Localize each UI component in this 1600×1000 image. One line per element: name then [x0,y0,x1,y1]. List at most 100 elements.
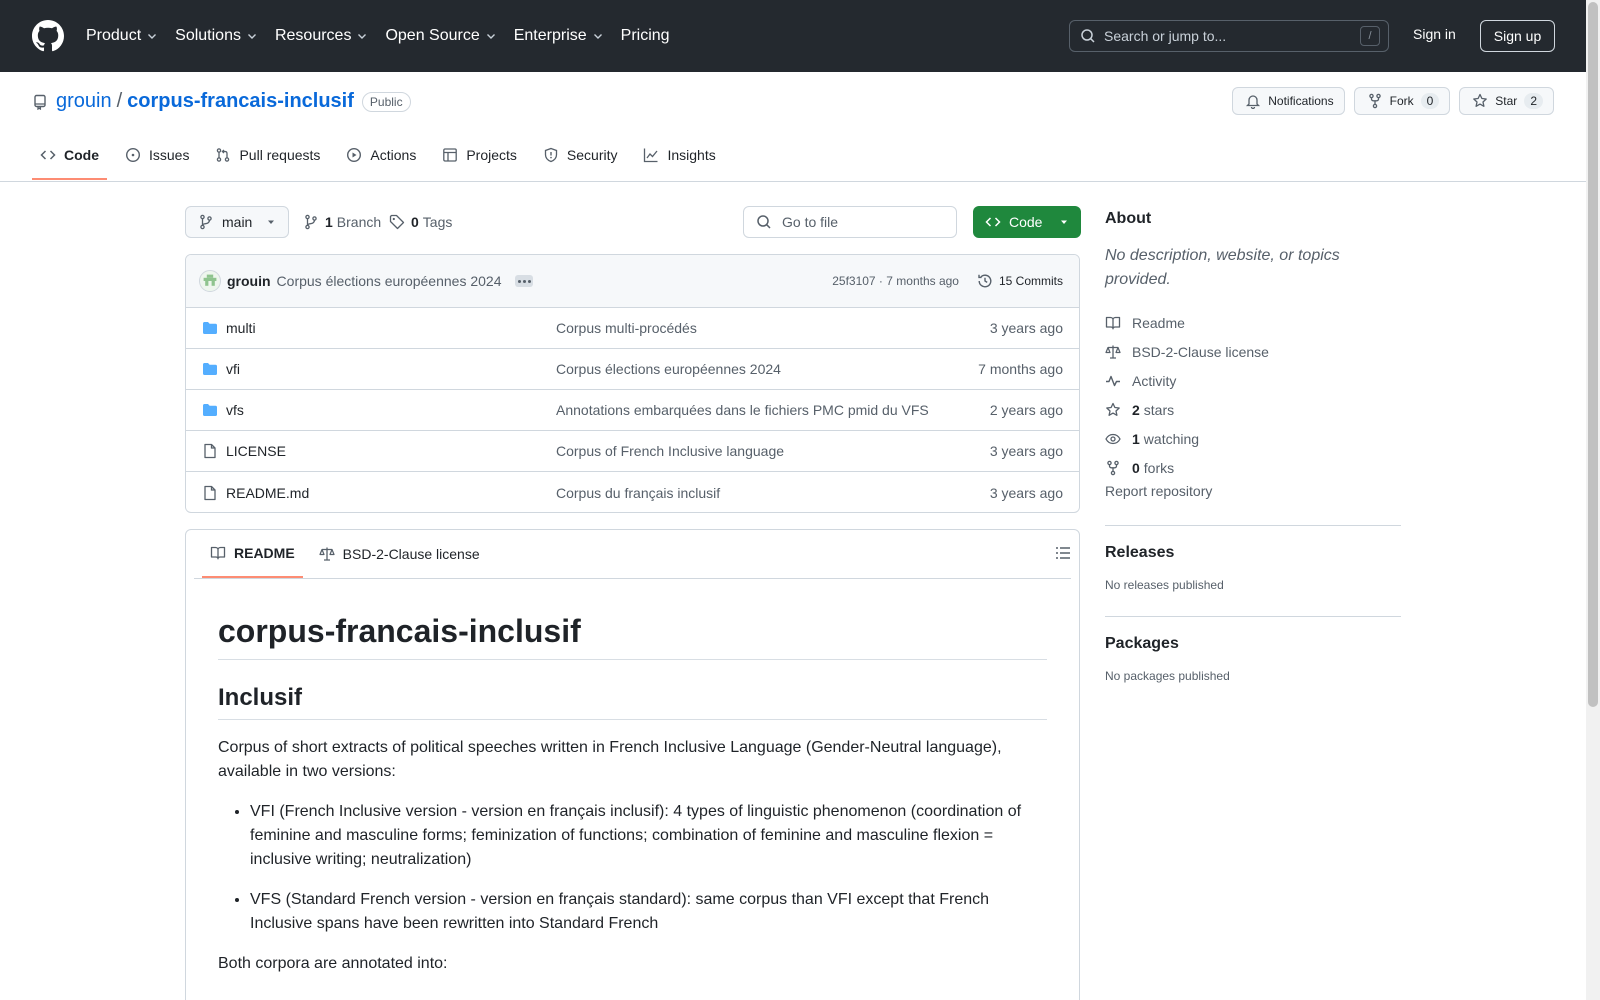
file-commit-message[interactable]: Corpus du français inclusif [556,485,990,501]
file-name[interactable]: README.md [226,485,556,501]
about-description: No description, website, or topics provi… [1105,247,1340,288]
branch-name: main [222,214,253,230]
file-commit-message[interactable]: Corpus élections européennes 2024 [556,361,978,377]
readme-list: VFI (French Inclusive version - version … [218,800,1047,936]
readme-panel: README BSD-2-Clause license corpus-franc… [185,529,1080,1000]
file-list: grouin Corpus élections européennes 2024… [185,254,1080,513]
chevron-down-icon [146,30,158,42]
table-row[interactable]: vfi Corpus élections européennes 2024 7 … [186,349,1079,390]
tab-readme[interactable]: README [202,530,303,578]
play-icon [346,147,362,163]
global-search-input[interactable]: Search or jump to... / [1069,20,1389,52]
file-age: 3 years ago [989,443,1063,459]
github-logo-icon[interactable] [32,20,64,52]
table-row[interactable]: LICENSE Corpus of French Inclusive langu… [186,431,1079,472]
nav-enterprise[interactable]: Enterprise [514,27,604,45]
table-row[interactable]: vfs Annotations embarquées dans le fichi… [186,390,1079,431]
global-header: Product Solutions Resources Open Source … [0,0,1586,72]
search-placeholder: Search or jump to... [1104,28,1227,44]
file-commit-message[interactable]: Corpus multi-procédés [556,320,990,336]
issue-opened-icon [125,147,141,163]
nav-resources[interactable]: Resources [275,27,368,45]
branches-link[interactable]: 1 Branch [303,214,381,230]
watchers-link[interactable]: 1 watching [1105,424,1401,453]
tag-label: Tags [422,214,453,230]
nav-label: Open Source [385,27,480,44]
avatar[interactable] [199,270,221,292]
file-name[interactable]: LICENSE [226,443,556,459]
notifications-button[interactable]: Notifications [1232,87,1345,115]
file-age: 3 years ago [989,484,1063,501]
packages-empty-text: No packages published [1105,669,1230,683]
commit-meta[interactable]: 25f3107 · 7 months ago [832,274,959,288]
go-to-file-input[interactable]: Go to file [743,206,957,238]
scrollbar-thumb[interactable] [1588,2,1598,707]
code-dropdown-button[interactable]: Code [973,206,1081,238]
tab-issues[interactable]: Issues [117,132,197,178]
tab-label: Projects [466,147,517,163]
fork-label: Fork [1389,94,1414,108]
nav-pricing[interactable]: Pricing [621,27,670,45]
stars-text: 2 stars [1132,402,1174,418]
folder-icon [202,320,218,336]
file-icon [202,443,218,459]
commits-history-link[interactable]: 15 Commits [977,273,1063,289]
readme-link[interactable]: Readme [1105,308,1401,337]
star-button[interactable]: Star 2 [1459,87,1554,115]
commit-author-link[interactable]: grouin [227,273,271,289]
branch-select-button[interactable]: main [185,206,289,238]
forks-link[interactable]: 0 forks [1105,453,1401,482]
file-commit-message[interactable]: Corpus of French Inclusive language [556,443,990,459]
chevron-down-icon [246,30,258,42]
report-repository-link[interactable]: Report repository [1105,483,1401,499]
branch-label: Branch [336,214,382,230]
commit-right: 25f3107 · 7 months ago 15 Commits [832,273,1063,289]
releases-heading[interactable]: Releases [1105,544,1401,562]
tag-icon [389,214,405,230]
tab-pull-requests[interactable]: Pull requests [207,132,328,178]
outline-icon[interactable] [1055,545,1071,561]
repo-name-link[interactable]: corpus-francais-inclusif [127,90,354,113]
stars-link[interactable]: 2 stars [1105,395,1401,424]
file-name[interactable]: multi [226,320,556,336]
fork-button[interactable]: Fork 0 [1353,87,1451,115]
page-scrollbar[interactable] [1586,0,1600,1000]
chevron-down-icon [356,30,368,42]
license-link[interactable]: BSD-2-Clause license [1105,337,1401,366]
visibility-badge: Public [361,91,411,112]
tab-license[interactable]: BSD-2-Clause license [311,530,488,578]
file-name[interactable]: vfs [226,402,556,418]
notifications-label: Notifications [1268,94,1334,108]
tab-security[interactable]: Security [535,132,626,178]
activity-link[interactable]: Activity [1105,366,1401,395]
commit-expand-button[interactable] [515,275,534,287]
tab-label: Issues [149,147,190,163]
readme-intro: Corpus of short extracts of political sp… [218,739,1002,780]
file-commit-message[interactable]: Annotations embarquées dans le fichiers … [556,402,990,418]
tags-link[interactable]: 0 Tags [389,214,452,230]
repo-tabs: Code Issues Pull requests Actions Projec… [32,132,734,182]
packages-heading[interactable]: Packages [1105,635,1401,653]
table-row[interactable]: README.md Corpus du français inclusif 3 … [186,472,1079,512]
repo-header: grouin / corpus-francais-inclusif Public… [0,72,1586,182]
nav-solutions[interactable]: Solutions [175,27,258,45]
list-item: VFS (Standard French version - version e… [250,888,1047,936]
nav-open-source[interactable]: Open Source [385,27,496,45]
tab-code[interactable]: Code [32,132,107,180]
sign-in-link[interactable]: Sign in [1413,26,1456,42]
file-name[interactable]: vfi [226,361,556,377]
packages-section: Packages No packages published [1105,616,1401,683]
repo-owner-link[interactable]: grouin [56,90,112,113]
tab-projects[interactable]: Projects [434,132,525,178]
tab-actions[interactable]: Actions [338,132,424,178]
readme-content: corpus-francais-inclusif Inclusif Corpus… [186,579,1079,976]
search-icon [756,214,772,230]
nav-product[interactable]: Product [86,27,158,45]
nav-label: Resources [274,27,352,44]
table-row[interactable]: multi Corpus multi-procédés 3 years ago [186,308,1079,349]
sign-up-button[interactable]: Sign up [1480,20,1555,52]
tag-count: 0 [411,214,419,230]
commit-message-link[interactable]: Corpus élections européennes 2024 [277,273,502,289]
about-heading: About [1105,210,1152,227]
tab-insights[interactable]: Insights [635,132,723,178]
